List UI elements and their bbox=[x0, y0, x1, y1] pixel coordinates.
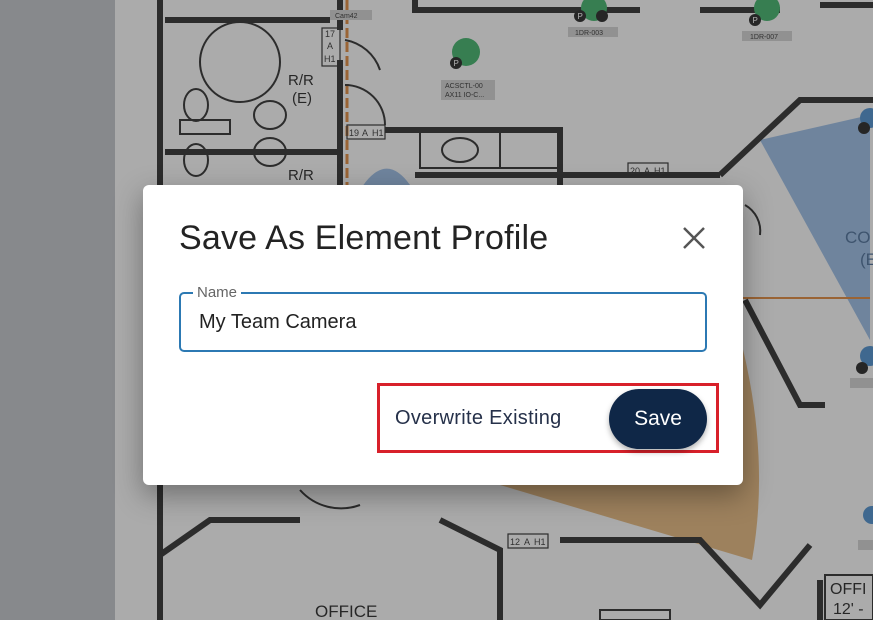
name-input[interactable] bbox=[199, 308, 689, 336]
name-field-label: Name bbox=[193, 284, 242, 302]
save-profile-dialog: Save As Element Profile Name Overwrite E… bbox=[143, 185, 743, 485]
name-field[interactable]: Name bbox=[179, 284, 707, 352]
close-icon bbox=[683, 227, 705, 249]
close-button[interactable] bbox=[679, 223, 709, 253]
overwrite-existing-button[interactable]: Overwrite Existing bbox=[395, 407, 562, 430]
save-button[interactable]: Save bbox=[609, 389, 707, 449]
dialog-title: Save As Element Profile bbox=[179, 219, 549, 257]
